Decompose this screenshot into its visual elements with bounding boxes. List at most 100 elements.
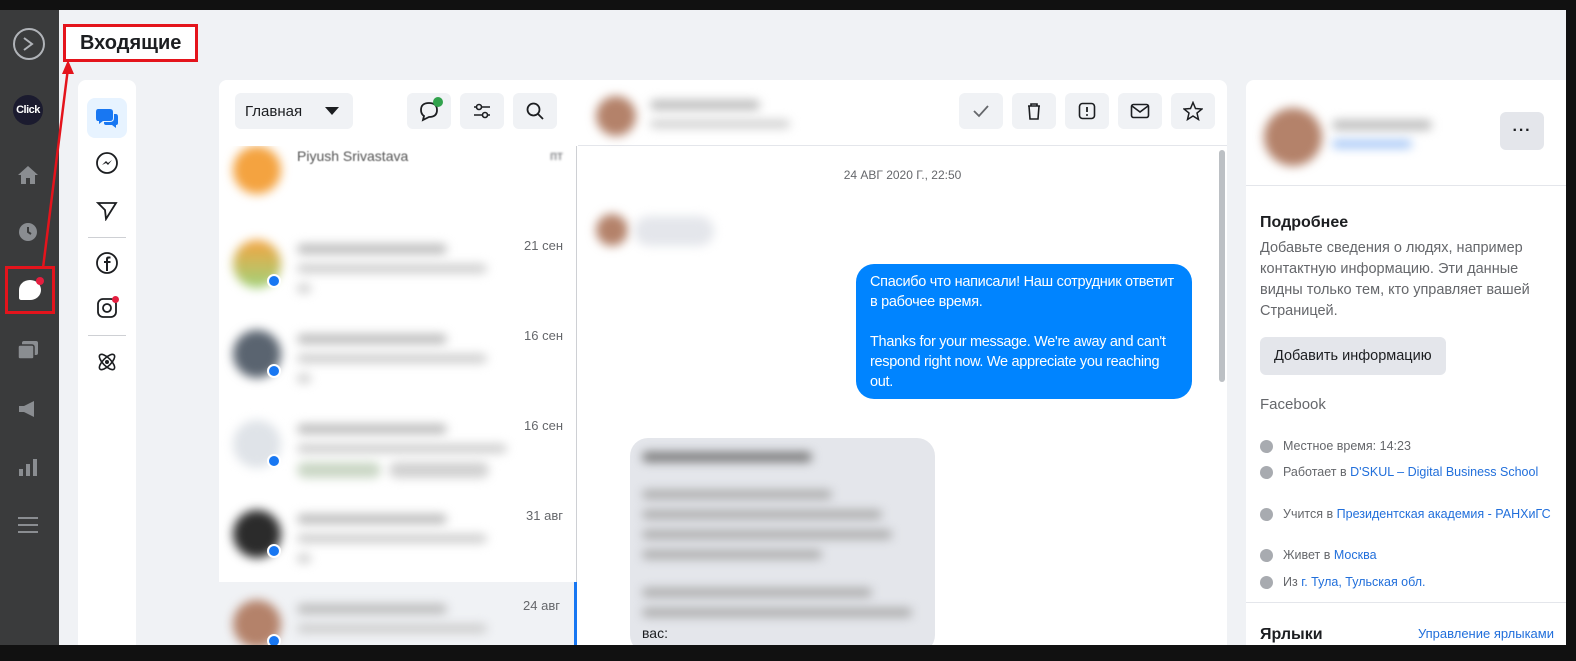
conversation-name: Piyush Srivastava xyxy=(297,148,409,164)
tag-chip xyxy=(389,462,489,478)
work-link[interactable]: D'SKUL – Digital Business School xyxy=(1350,465,1538,479)
hometown-row: Из г. Тула, Тульская обл. xyxy=(1260,576,1560,589)
thread-scrollbar[interactable] xyxy=(1219,150,1225,382)
outgoing-message: Спасибо что написали! Наш сотрудник отве… xyxy=(856,264,1192,399)
view-profile-link[interactable] xyxy=(1332,140,1412,148)
auto-reply-en: Thanks for your message. We're away and … xyxy=(870,334,1166,390)
conversation-meta xyxy=(297,374,311,383)
work-row: Работает в D'SKUL – Digital Business Sch… xyxy=(1260,466,1560,479)
page-header: Входящие xyxy=(59,10,1566,70)
contact-avatar xyxy=(596,96,636,136)
more-options-button[interactable]: ··· xyxy=(1500,112,1544,150)
account-avatar[interactable]: Click xyxy=(13,95,43,125)
contact-name xyxy=(650,100,760,110)
megaphone-icon[interactable] xyxy=(11,392,45,426)
sent-icon[interactable] xyxy=(87,190,127,230)
incoming-message: вас: xyxy=(630,438,935,645)
lives-link[interactable]: Москва xyxy=(1334,548,1377,562)
conversation-name xyxy=(297,244,447,254)
hometown-link[interactable]: г. Тула, Тульская обл. xyxy=(1301,575,1425,589)
local-time: Местное время: 14:23 xyxy=(1283,439,1411,453)
follow-up-button[interactable] xyxy=(1171,93,1215,129)
facebook-icon[interactable] xyxy=(87,243,127,283)
auto-reply-ru: Спасибо что написали! Наш сотрудник отве… xyxy=(870,274,1174,310)
filter-button[interactable] xyxy=(460,93,504,129)
source-label: Facebook xyxy=(1260,396,1326,413)
folder-dropdown-label: Главная xyxy=(245,102,303,120)
search-icon xyxy=(526,102,544,120)
location-pin-icon xyxy=(1260,549,1273,562)
list-item[interactable]: 31 авг xyxy=(219,492,577,582)
app-frame: Click Входящие Главная Piyush Srivastava… xyxy=(0,10,1566,645)
message-text: вас: xyxy=(642,625,668,641)
delete-button[interactable] xyxy=(1012,93,1056,129)
details-title: Подробнее xyxy=(1260,214,1349,231)
local-time-row: Местное время: 14:23 xyxy=(1260,440,1560,453)
automation-icon[interactable] xyxy=(87,342,127,382)
home-icon[interactable] xyxy=(11,158,45,192)
conversation-meta xyxy=(297,554,311,563)
facebook-badge-icon xyxy=(267,454,281,468)
facebook-badge-icon xyxy=(267,544,281,558)
details-description: Добавьте сведения о людях, например конт… xyxy=(1260,240,1530,319)
conversation-name xyxy=(297,604,447,614)
list-item[interactable]: 16 сен xyxy=(219,402,577,492)
contact-card: ··· xyxy=(1246,80,1566,186)
contact-status xyxy=(650,120,790,128)
inbox-panel: Главная Piyush Srivastava пт 21 сен 16 с… xyxy=(219,80,1227,645)
mark-done-button[interactable] xyxy=(959,93,1003,129)
folder-dropdown[interactable]: Главная xyxy=(235,93,353,129)
facebook-badge-icon xyxy=(267,634,281,645)
all-messages-icon[interactable] xyxy=(87,98,127,138)
location-pin-icon xyxy=(1260,576,1273,589)
list-item[interactable]: 24 авг xyxy=(219,582,577,645)
online-dot xyxy=(433,97,443,107)
conversation-thread: 24 АВГ 2020 Г., 22:50 Спасибо что написа… xyxy=(578,80,1227,645)
posts-icon[interactable] xyxy=(11,333,45,367)
meta-business-logo-icon[interactable] xyxy=(13,28,45,60)
incoming-message xyxy=(634,216,714,246)
new-message-button[interactable] xyxy=(407,93,451,129)
conversation-snippet xyxy=(297,444,507,453)
separator xyxy=(1246,602,1566,603)
education-link[interactable]: Президентская академия - РАНХиГС xyxy=(1337,507,1551,521)
list-item[interactable]: 16 сен xyxy=(219,312,577,402)
conversation-name xyxy=(297,334,447,344)
list-item[interactable]: 21 сен xyxy=(219,222,577,312)
labels-title: Ярлыки xyxy=(1260,626,1323,643)
messenger-icon[interactable] xyxy=(87,143,127,183)
clock-icon xyxy=(1260,440,1273,453)
conversation-date: 16 сен xyxy=(524,418,563,433)
conversation-snippet xyxy=(297,624,487,633)
conversation-date: 31 авг xyxy=(526,508,563,523)
manage-labels-link[interactable]: Управление ярлыками xyxy=(1418,626,1554,641)
conversation-list: Главная Piyush Srivastava пт 21 сен 16 с… xyxy=(219,80,577,645)
inbox-icon[interactable] xyxy=(5,266,55,314)
envelope-icon xyxy=(1130,103,1150,119)
star-icon xyxy=(1183,101,1203,121)
spam-button[interactable] xyxy=(1065,93,1109,129)
conversation-date: пт xyxy=(550,148,563,163)
conversation-meta xyxy=(297,284,311,293)
business-suite-rail: Click xyxy=(0,10,59,645)
facebook-badge-icon xyxy=(267,274,281,288)
conversation-snippet xyxy=(297,354,487,363)
clock-icon[interactable] xyxy=(11,215,45,249)
insights-icon[interactable] xyxy=(11,450,45,484)
conversation-snippet xyxy=(297,264,487,273)
add-info-button[interactable]: Добавить информацию xyxy=(1260,337,1446,375)
instagram-icon[interactable] xyxy=(87,288,127,328)
conversation-name xyxy=(297,514,447,524)
education-row: Учится в Президентская академия - РАНХиГ… xyxy=(1260,508,1560,521)
check-icon xyxy=(973,105,989,118)
date-divider: 24 АВГ 2020 Г., 22:50 xyxy=(843,168,962,182)
work-prefix: Работает в xyxy=(1283,465,1351,479)
lives-prefix: Живет в xyxy=(1283,548,1334,562)
sliders-icon xyxy=(474,103,490,119)
mark-unread-button[interactable] xyxy=(1118,93,1162,129)
avatar xyxy=(233,146,281,194)
list-toolbar: Главная xyxy=(219,80,577,146)
menu-icon[interactable] xyxy=(11,508,45,542)
search-button[interactable] xyxy=(513,93,557,129)
instagram-unread-dot xyxy=(112,296,119,303)
